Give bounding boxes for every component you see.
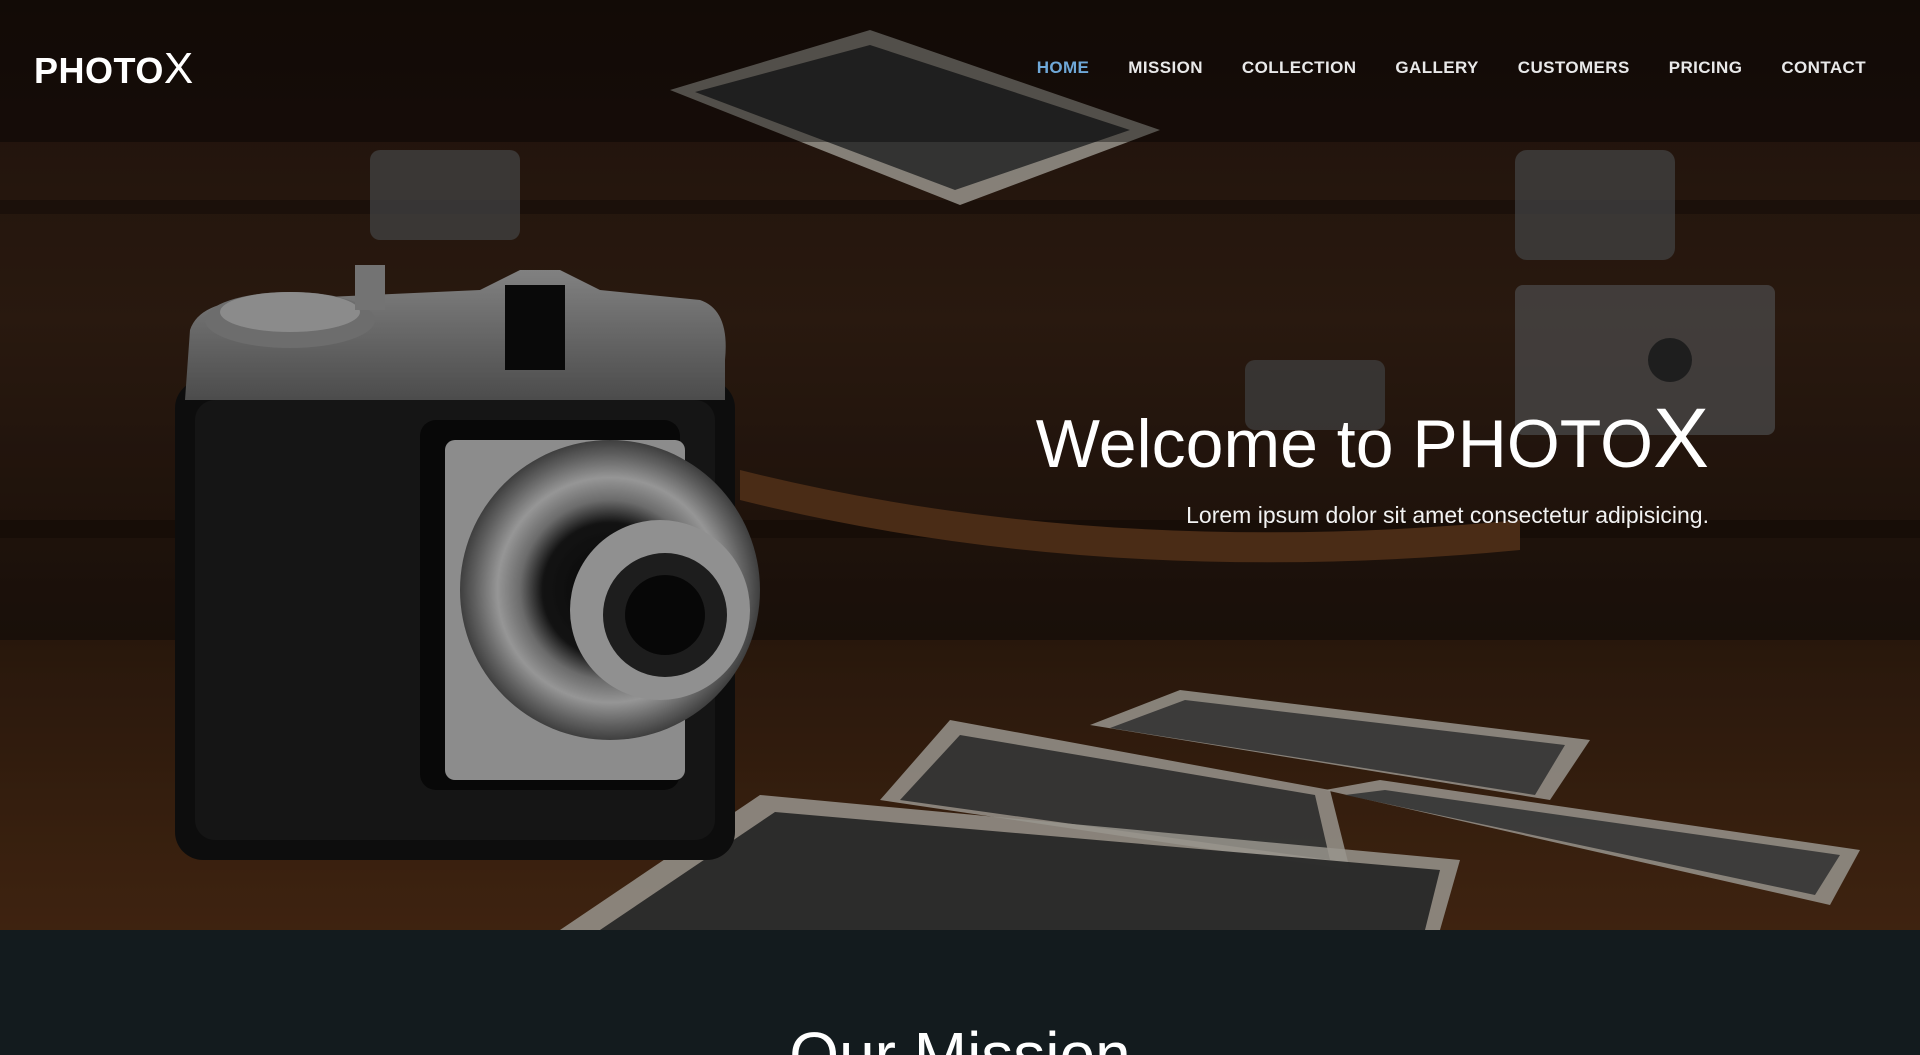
- nav-item-contact[interactable]: CONTACT: [1781, 58, 1866, 78]
- brand-logo[interactable]: PHOTOX: [34, 44, 194, 94]
- nav-item-customers[interactable]: CUSTOMERS: [1518, 58, 1630, 78]
- brand-text-main: PHOTO: [34, 50, 164, 91]
- nav-item-gallery[interactable]: GALLERY: [1395, 58, 1478, 78]
- top-navbar: PHOTOX HOME MISSION COLLECTION GALLERY C…: [0, 0, 1920, 142]
- hero-subtitle: Lorem ipsum dolor sit amet consectetur a…: [1186, 502, 1709, 529]
- nav-item-home[interactable]: HOME: [1037, 58, 1090, 78]
- hero-title: Welcome to PHOTOX: [1036, 392, 1709, 484]
- hero-text: Welcome to PHOTOX Lorem ipsum dolor sit …: [1036, 392, 1709, 529]
- nav-item-mission[interactable]: MISSION: [1128, 58, 1203, 78]
- nav-item-collection[interactable]: COLLECTION: [1242, 58, 1357, 78]
- hero-title-main: Welcome to PHOTO: [1035, 406, 1653, 482]
- main-nav: HOME MISSION COLLECTION GALLERY CUSTOMER…: [1037, 58, 1866, 78]
- mission-title: Our Mission: [789, 1019, 1131, 1055]
- hero-title-x: X: [1652, 391, 1709, 485]
- mission-section: Our Mission: [0, 930, 1920, 1055]
- nav-item-pricing[interactable]: PRICING: [1669, 58, 1743, 78]
- brand-text-x: X: [163, 44, 194, 93]
